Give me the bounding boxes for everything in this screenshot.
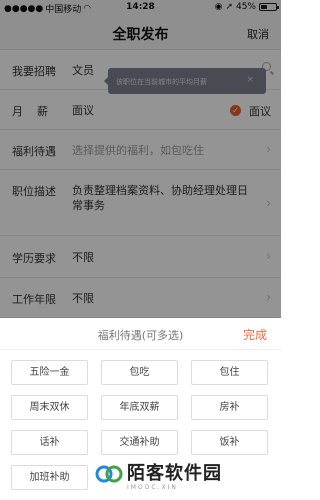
benefit-option[interactable]: 交通补助 xyxy=(101,430,178,455)
benefit-option[interactable]: 房补 xyxy=(191,395,268,420)
benefit-option[interactable]: 年底双薪 xyxy=(101,395,178,420)
benefit-option[interactable]: 包吃 xyxy=(101,360,178,385)
benefit-option[interactable]: 加班补助 xyxy=(11,465,88,490)
benefit-option[interactable]: 饭补 xyxy=(191,430,268,455)
benefit-option[interactable]: 包住 xyxy=(191,360,268,385)
benefit-option[interactable]: 话补 xyxy=(11,430,88,455)
modal-overlay[interactable] xyxy=(0,0,281,318)
benefit-option[interactable]: 五险一金 xyxy=(11,360,88,385)
done-button[interactable]: 完成 xyxy=(243,326,267,343)
sheet-header: 福利待遇(可多选) 完成 xyxy=(0,318,281,350)
benefit-option[interactable]: 周末双休 xyxy=(11,395,88,420)
watermark-subtitle: IMOOC.XIN xyxy=(127,484,178,491)
watermark-logo-icon xyxy=(95,465,123,483)
watermark: 陌客软件园 IMOOC.XIN xyxy=(93,454,281,500)
sheet-title: 福利待遇(可多选) xyxy=(97,329,184,342)
watermark-title: 陌客软件园 xyxy=(127,463,222,484)
